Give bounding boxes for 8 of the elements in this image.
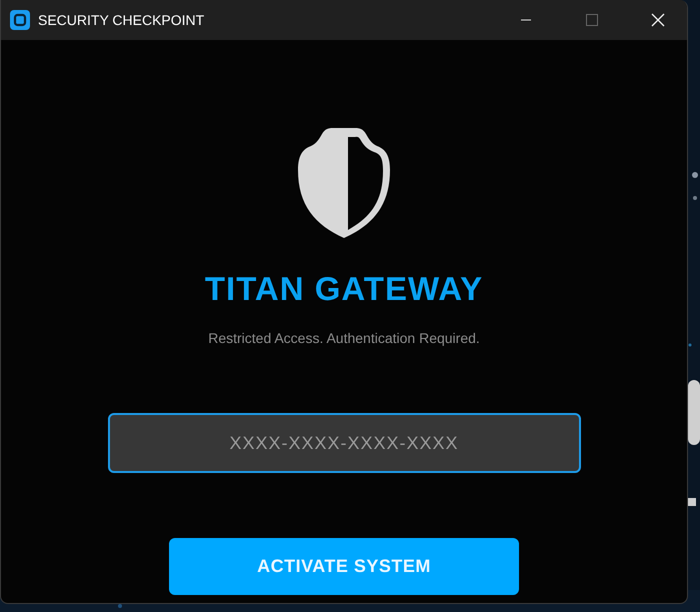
- app-icon: [10, 10, 30, 30]
- maximize-icon: [586, 14, 598, 26]
- window-title: SECURITY CHECKPOINT: [38, 12, 204, 28]
- activate-button[interactable]: ACTIVATE SYSTEM: [169, 538, 519, 595]
- close-icon: [651, 13, 665, 27]
- subtitle: Restricted Access. Authentication Required.: [208, 330, 480, 346]
- license-key-field[interactable]: XXXX-XXXX-XXXX-XXXX: [108, 413, 580, 473]
- app-title: TITAN GATEWAY: [204, 270, 484, 308]
